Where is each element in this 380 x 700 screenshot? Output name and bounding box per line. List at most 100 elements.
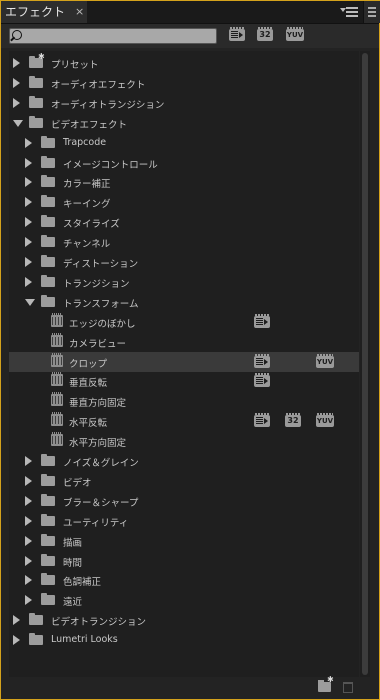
tree-folder-row[interactable]: ユーティリティ	[9, 511, 359, 531]
trash-icon[interactable]	[343, 682, 353, 693]
scrollbar-thumb[interactable]	[362, 53, 368, 675]
tree-effect-row[interactable]: クロップ YUV	[9, 351, 359, 372]
tree-effect-row[interactable]: エッジのぼかし	[9, 312, 359, 332]
tree-folder-row[interactable]: オーディオトランジション	[9, 93, 359, 113]
folder-icon	[29, 75, 43, 88]
tree-folder-row[interactable]: ビデオ	[9, 471, 359, 491]
tree-folder-row[interactable]: ビデオエフェクト	[9, 113, 359, 133]
tree-folder-row[interactable]: キーイング	[9, 192, 359, 212]
tree-folder-row[interactable]: Lumetri Looks	[9, 630, 359, 650]
disclosure-closed-icon[interactable]	[13, 97, 20, 108]
new-custom-bin-icon[interactable]	[318, 675, 334, 692]
disclosure-closed-icon[interactable]	[25, 535, 32, 546]
panel-menu-icon[interactable]	[340, 5, 362, 19]
folder-icon	[41, 215, 55, 228]
disclosure-closed-icon[interactable]	[25, 157, 32, 168]
tree-folder-row[interactable]: イメージコントロール	[9, 153, 359, 173]
disclosure-closed-icon[interactable]	[25, 555, 32, 566]
disclosure-closed-icon[interactable]	[25, 495, 32, 506]
tree-folder-row[interactable]: 色調補正	[9, 570, 359, 590]
tree-folder-row[interactable]: オーディオエフェクト	[9, 73, 359, 93]
tree-item-label: 垂直方向固定	[69, 398, 127, 410]
tree-item-label: トランジション	[63, 278, 130, 290]
tree-folder-row[interactable]: スタイライズ	[9, 212, 359, 232]
tree-folder-row[interactable]: 時間	[9, 551, 359, 571]
disclosure-closed-icon[interactable]	[25, 257, 32, 267]
tree-folder-row[interactable]: チャンネル	[9, 232, 359, 252]
tree-effect-row[interactable]: 垂直方向固定	[9, 391, 359, 411]
tree-effect-row[interactable]: 水平方向固定	[9, 431, 359, 451]
disclosure-closed-icon[interactable]	[13, 58, 20, 68]
tree-item-label: キーイング	[63, 199, 111, 211]
tree-item-label: 色調補正	[63, 577, 102, 589]
tree-item-label: クロップ	[69, 358, 108, 370]
panel-options-icon[interactable]	[363, 1, 380, 23]
panel-footer	[1, 675, 379, 699]
accelerated-effect-icon	[254, 373, 270, 388]
tree-item-label: プリセット	[51, 60, 99, 71]
tree-effect-row[interactable]: カメラビュー	[9, 332, 359, 352]
tree-item-label: イメージコントロール	[63, 159, 158, 171]
tree-folder-row[interactable]: トランスフォーム	[9, 292, 359, 312]
disclosure-closed-icon[interactable]	[25, 515, 32, 526]
effect-icon	[51, 432, 63, 447]
32bit-filter-button[interactable]: 32	[257, 27, 273, 41]
tree-item-label: ビデオエフェクト	[51, 119, 128, 131]
folder-icon	[41, 235, 55, 248]
accelerated-effects-filter-icon[interactable]	[229, 27, 245, 41]
tree-folder-row[interactable]: カラー補正	[9, 172, 359, 192]
tree-folder-row[interactable]: トランジション	[9, 272, 359, 292]
tree-effect-row[interactable]: 水平反転 32 YUV	[9, 411, 359, 431]
tree-item-label: ブラー＆シャープ	[63, 497, 139, 509]
tree-folder-row[interactable]: Trapcode	[9, 133, 359, 153]
disclosure-closed-icon[interactable]	[13, 77, 20, 88]
folder-icon	[29, 95, 43, 108]
tab-close-icon[interactable]: ×	[75, 1, 84, 23]
disclosure-closed-icon[interactable]	[25, 595, 32, 606]
tree-item-label: 時間	[63, 557, 83, 569]
tree-folder-row[interactable]: ビデオトランジション	[9, 610, 359, 630]
folder-icon	[41, 553, 55, 566]
tree-item-label: カラー補正	[63, 179, 111, 191]
disclosure-closed-icon[interactable]	[25, 475, 32, 486]
disclosure-closed-icon[interactable]	[25, 575, 32, 586]
disclosure-closed-icon[interactable]	[25, 137, 32, 148]
disclosure-closed-icon[interactable]	[25, 217, 32, 228]
disclosure-closed-icon[interactable]	[25, 237, 32, 248]
search-field[interactable]	[9, 28, 217, 44]
tree-item-label: ビデオ	[63, 477, 92, 489]
accelerated-effect-icon	[254, 313, 270, 328]
disclosure-open-icon[interactable]	[13, 119, 23, 127]
folder-icon	[41, 135, 55, 148]
tab-effects[interactable]: エフェクト ×	[1, 1, 87, 23]
tree-folder-row[interactable]: プリセット	[9, 52, 359, 73]
tree-folder-row[interactable]: 遠近	[9, 590, 359, 610]
effect-icon	[51, 412, 63, 427]
folder-icon	[29, 52, 45, 68]
folder-icon	[41, 493, 55, 506]
search-input[interactable]	[24, 29, 212, 43]
disclosure-closed-icon[interactable]	[25, 177, 32, 188]
tree-item-label: 描画	[63, 537, 83, 549]
folder-icon	[29, 115, 43, 128]
tree-item-label: スタイライズ	[63, 219, 120, 231]
disclosure-closed-icon[interactable]	[25, 456, 32, 466]
tree-folder-row[interactable]: ブラー＆シャープ	[9, 491, 359, 511]
tree-item-label: エッジのぼかし	[69, 318, 136, 330]
folder-icon	[41, 155, 55, 168]
tree-folder-row[interactable]: ディストーション	[9, 252, 359, 272]
disclosure-closed-icon[interactable]	[13, 635, 20, 646]
disclosure-closed-icon[interactable]	[25, 276, 32, 287]
disclosure-closed-icon[interactable]	[25, 197, 32, 208]
yuv-filter-button[interactable]: YUV	[286, 27, 304, 41]
tab-bar: エフェクト ×	[1, 1, 380, 24]
disclosure-open-icon[interactable]	[25, 298, 35, 306]
tree-item-label: 水平反転	[69, 418, 108, 430]
effect-icon	[51, 372, 63, 387]
folder-icon	[41, 593, 55, 606]
folder-icon	[41, 473, 55, 486]
disclosure-closed-icon[interactable]	[13, 615, 20, 626]
tree-folder-row[interactable]: 描画	[9, 531, 359, 551]
tree-effect-row[interactable]: 垂直反転	[9, 371, 359, 391]
tree-folder-row[interactable]: ノイズ＆グレイン	[9, 451, 359, 471]
